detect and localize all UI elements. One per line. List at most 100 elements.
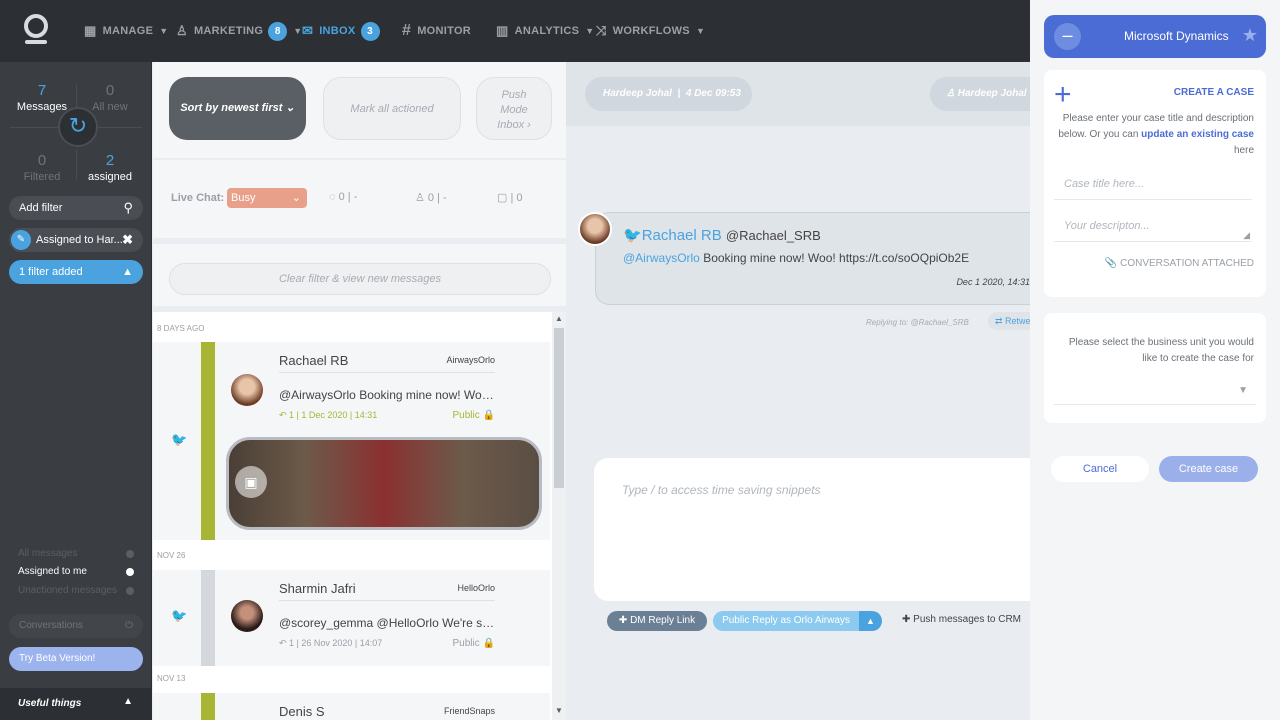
search-icon: ⚲ xyxy=(123,200,133,215)
star-icon[interactable]: ★ xyxy=(1242,25,1258,46)
visibility-label: Public 🔒 xyxy=(452,638,495,649)
sort-button[interactable]: Sort by newest first ⌄ xyxy=(169,77,306,140)
dm-reply-link-button[interactable]: ✚ DM Reply Link xyxy=(607,611,707,631)
scroll-down-icon[interactable]: ▼ xyxy=(555,706,563,715)
retweet-icon: ⇄ xyxy=(995,316,1006,326)
chevron-down-icon: ▼ xyxy=(1238,385,1248,396)
twitter-icon: 🐦 xyxy=(171,432,188,447)
collapse-button[interactable]: – xyxy=(1054,23,1081,50)
scroll-up-icon[interactable]: ▲ xyxy=(555,314,563,323)
replying-to-label: Replying to: @Rachael_SRB xyxy=(866,318,969,327)
avatar xyxy=(231,600,263,632)
message-card[interactable]: Denis S FriendSnaps xyxy=(153,693,550,720)
pencil-icon: ✎ xyxy=(11,230,31,250)
top-navbar: ▦ MANAGE ▼ ♙ MARKETING 8 ▼ ✉ INBOX 3 # MONITOR ▥… xyxy=(0,0,1030,62)
scrollbar-thumb[interactable] xyxy=(554,328,564,488)
message-list-column: Sort by newest first ⌄ Mark all actioned… xyxy=(153,62,566,720)
refresh-icon[interactable]: ↻ xyxy=(58,107,98,147)
date-label: 8 DAYS AGO xyxy=(157,324,205,333)
media-thumbnail[interactable]: ▣ xyxy=(226,437,542,530)
paperclip-icon: 📎 xyxy=(1104,258,1121,269)
reply-input[interactable]: Type / to access time saving snippets xyxy=(594,458,1030,601)
radio-all-messages[interactable]: All messages xyxy=(18,548,134,559)
clear-filter-button[interactable]: Clear filter & view new messages xyxy=(169,263,551,295)
message-list: 8 DAYS AGO 🐦 Rachael RB AirwaysOrlo @Air… xyxy=(153,312,566,720)
retweet-button[interactable]: ⇄ Retwe xyxy=(988,312,1030,330)
close-icon[interactable]: ✖ xyxy=(122,228,133,252)
avatar xyxy=(231,374,263,406)
assigned-filter-chip[interactable]: ✎ Assigned to Har... ✖ xyxy=(9,228,143,252)
case-title-input[interactable]: Case title here... xyxy=(1054,170,1252,200)
orlo-logo[interactable] xyxy=(24,14,48,44)
nav-monitor[interactable]: # MONITOR xyxy=(402,0,471,62)
nav-manage[interactable]: ▦ MANAGE ▼ xyxy=(84,0,169,62)
conversations-toggle[interactable]: Conversations ⏻ xyxy=(9,614,143,638)
chevron-down-icon: ⌄ xyxy=(291,192,301,204)
user-count: ♙ 0 | - xyxy=(415,192,447,204)
update-case-link[interactable]: update an existing case xyxy=(1141,129,1254,140)
account-name: FriendSnaps xyxy=(443,706,495,716)
account-name: AirwaysOrlo xyxy=(446,355,495,365)
message-card[interactable]: 🐦 Sharmin Jafri HelloOrlo @scorey_gemma … xyxy=(153,570,550,666)
business-unit-select[interactable]: ▼ xyxy=(1054,379,1256,405)
calendar-icon: ▦ xyxy=(84,23,97,38)
assigned-stat[interactable]: 2 assigned xyxy=(75,152,145,183)
push-mode-inbox-button[interactable]: Push Mode Inbox › xyxy=(476,77,552,140)
divider xyxy=(279,600,495,601)
useful-things-bar[interactable]: Useful things ▲ xyxy=(0,688,151,720)
push-to-crm-button[interactable]: ✚ Push messages to CRM xyxy=(902,614,1021,625)
scrollbar[interactable]: ▲ ▼ xyxy=(552,312,566,720)
nav-marketing[interactable]: ♙ MARKETING 8 ▼ xyxy=(176,0,303,62)
user-icon: ♙ xyxy=(946,88,958,99)
create-case-title: CREATE A CASE xyxy=(1173,87,1254,98)
tweet-date: Dec 1 2020, 14:31 xyxy=(956,277,1030,287)
twitter-icon: 🐦 xyxy=(623,227,642,244)
nav-analytics[interactable]: ▥ ANALYTICS ▼ xyxy=(496,0,594,62)
tweet-author[interactable]: 🐦Rachael RB @Rachael_SRB xyxy=(623,226,821,244)
try-beta-button[interactable]: Try Beta Version! xyxy=(9,647,143,671)
chevron-up-icon[interactable]: ▲ xyxy=(859,611,882,631)
sender-name: Rachael RB xyxy=(279,353,349,368)
resize-handle-icon[interactable]: ◢ xyxy=(1243,230,1250,241)
date-label: NOV 13 xyxy=(157,674,186,683)
add-filter-button[interactable]: Add filter ⚲ xyxy=(9,196,143,220)
chevron-down-icon: ▼ xyxy=(695,26,706,36)
nav-inbox[interactable]: ✉ INBOX 3 xyxy=(302,0,380,62)
avatar xyxy=(578,212,612,246)
radio-unactioned[interactable]: Unactioned messages xyxy=(18,585,134,596)
chevron-up-icon: ▲ xyxy=(123,696,133,707)
cancel-button[interactable]: Cancel xyxy=(1051,456,1149,482)
business-unit-text: Please select the business unit you woul… xyxy=(1068,337,1254,364)
chat-icon: ◌ xyxy=(329,191,339,203)
twitter-icon: 🐦 xyxy=(171,608,188,623)
chevron-down-icon: ▼ xyxy=(585,26,595,36)
message-card[interactable]: 🐦 Rachael RB AirwaysOrlo @AirwaysOrlo Bo… xyxy=(153,342,550,540)
sender-name: Sharmin Jafri xyxy=(279,581,356,596)
image-icon: ▣ xyxy=(235,466,267,498)
filtered-stat[interactable]: 0 Filtered xyxy=(7,152,77,183)
chevron-down-icon: ⌄ xyxy=(285,102,295,114)
business-unit-box: Please select the business unit you woul… xyxy=(1044,313,1266,423)
account-name: HelloOrlo xyxy=(457,583,495,593)
plus-icon: ✚ xyxy=(618,615,631,626)
chevron-up-icon: ▲ xyxy=(122,266,133,278)
lock-icon: 🔒 xyxy=(482,410,495,421)
power-icon: ⏻ xyxy=(125,620,133,631)
nav-workflows[interactable]: ⤨ WORKFLOWS ▼ xyxy=(596,0,705,62)
case-description-input[interactable]: Your descripton... ◢ xyxy=(1054,212,1252,242)
messages-stat[interactable]: 7 Messages xyxy=(7,82,77,113)
create-case-button[interactable]: Create case xyxy=(1159,456,1258,482)
chat-count: ◌ 0 | - xyxy=(329,191,358,203)
sender-name: Denis S xyxy=(279,704,325,719)
visibility-label: Public 🔒 xyxy=(452,410,495,421)
conversation-attached-label: 📎 CONVERSATION ATTACHED xyxy=(1104,258,1254,269)
public-reply-button[interactable]: Public Reply as Orlo Airways xyxy=(713,611,859,631)
shuffle-icon: ⤨ xyxy=(596,23,607,38)
filter-added-toggle[interactable]: 1 filter added ▲ xyxy=(9,260,143,284)
mark-all-actioned-button[interactable]: Mark all actioned xyxy=(323,77,461,140)
envelope-icon: ✉ xyxy=(302,23,314,38)
assignee-pill[interactable]: ♙ Hardeep Johal xyxy=(930,77,1040,111)
clipboard-icon: ▢ xyxy=(497,192,511,204)
radio-assigned-to-me[interactable]: Assigned to me xyxy=(18,566,134,577)
livechat-status-select[interactable]: Busy ⌄ xyxy=(227,188,307,208)
